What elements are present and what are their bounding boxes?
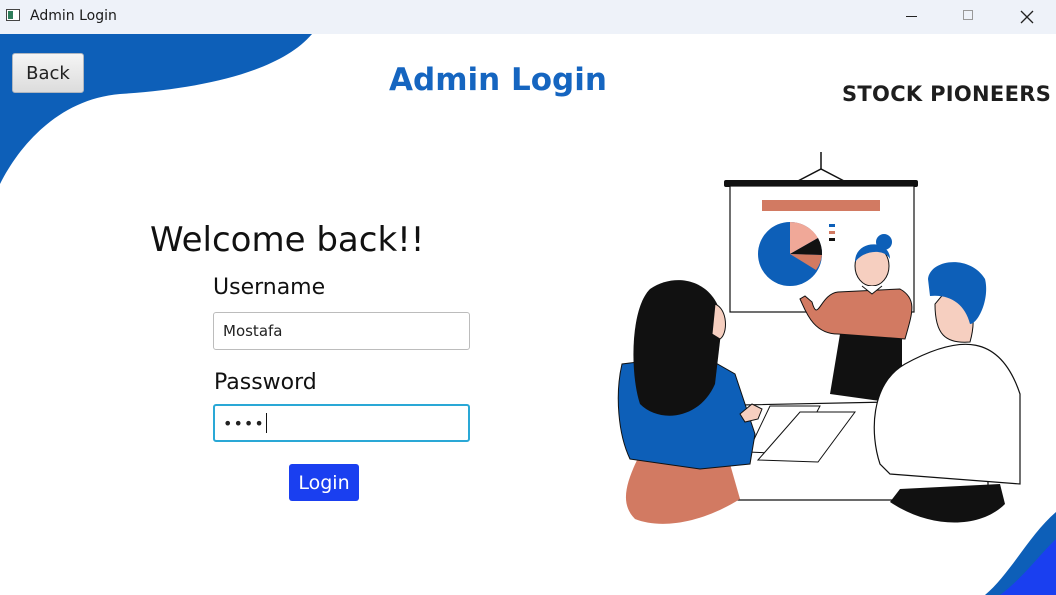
app-icon (6, 9, 20, 21)
text-caret (265, 413, 267, 433)
page-title: Admin Login (389, 62, 607, 98)
brand-name: STOCK PIONEERS (842, 82, 1052, 106)
presentation-board (724, 152, 918, 313)
welcome-heading: Welcome back!! (150, 220, 425, 260)
close-icon (1020, 10, 1034, 24)
password-label: Password (214, 370, 317, 395)
login-page: Back Admin Login STOCK PIONEERS Welcome … (0, 34, 1056, 595)
login-button[interactable]: Login (289, 464, 359, 501)
password-input[interactable]: •••• (213, 404, 470, 442)
background-illustration (0, 34, 1056, 595)
back-button[interactable]: Back (12, 53, 84, 93)
maximize-button[interactable] (945, 0, 991, 34)
minimize-button[interactable] (888, 0, 934, 34)
password-value: •••• (223, 413, 265, 433)
username-input[interactable]: Mostafa (213, 312, 470, 350)
close-button[interactable] (1004, 0, 1050, 34)
title-bar: Admin Login (0, 0, 1056, 34)
window-title: Admin Login (30, 8, 117, 24)
username-value: Mostafa (223, 322, 283, 340)
username-label: Username (213, 275, 326, 300)
